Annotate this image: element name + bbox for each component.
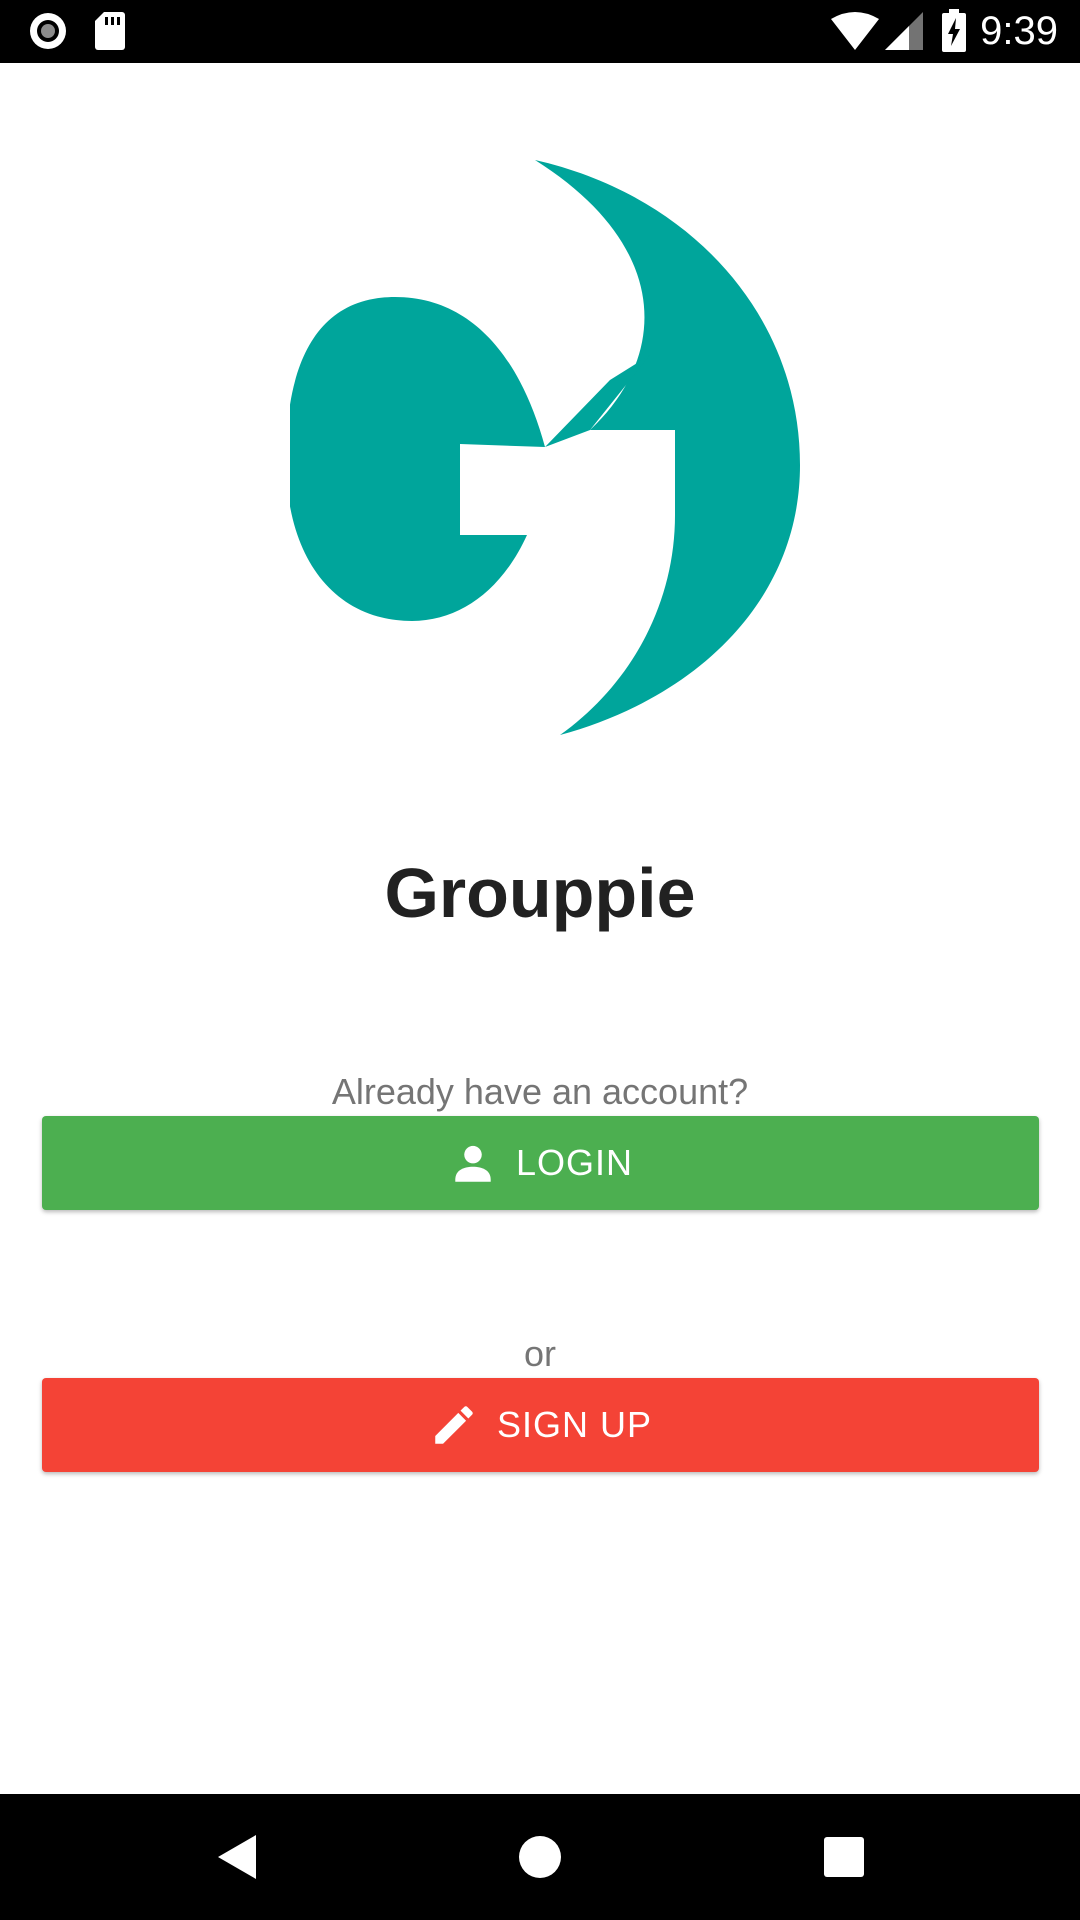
grouppie-logo-icon bbox=[286, 155, 810, 755]
login-label: LOGIN bbox=[515, 1142, 634, 1183]
record-icon bbox=[28, 11, 68, 51]
welcome-screen: Grouppie Already have an account? LOGIN … bbox=[0, 63, 1080, 1794]
status-bar: 9:39 bbox=[0, 0, 1080, 63]
recents-icon[interactable] bbox=[814, 1827, 874, 1887]
sign-up-label: SIGN UP bbox=[496, 1404, 653, 1445]
pencil-icon bbox=[429, 1400, 479, 1450]
cell-signal-icon bbox=[884, 11, 924, 51]
back-icon[interactable] bbox=[212, 1827, 272, 1887]
navigation-bar bbox=[0, 1794, 1080, 1920]
wifi-icon bbox=[830, 11, 880, 51]
or-separator: or bbox=[523, 1333, 556, 1374]
home-icon[interactable] bbox=[510, 1827, 570, 1887]
account-prompt: Already have an account? bbox=[331, 1071, 749, 1112]
status-time: 9:39 bbox=[980, 9, 1058, 53]
sd-card-icon bbox=[94, 11, 126, 51]
battery-charging-icon bbox=[940, 9, 968, 53]
person-icon bbox=[448, 1138, 498, 1188]
login-button[interactable]: LOGIN bbox=[42, 1116, 1039, 1210]
sign-up-button[interactable]: SIGN UP bbox=[42, 1378, 1039, 1472]
app-title: Grouppie bbox=[384, 854, 696, 932]
